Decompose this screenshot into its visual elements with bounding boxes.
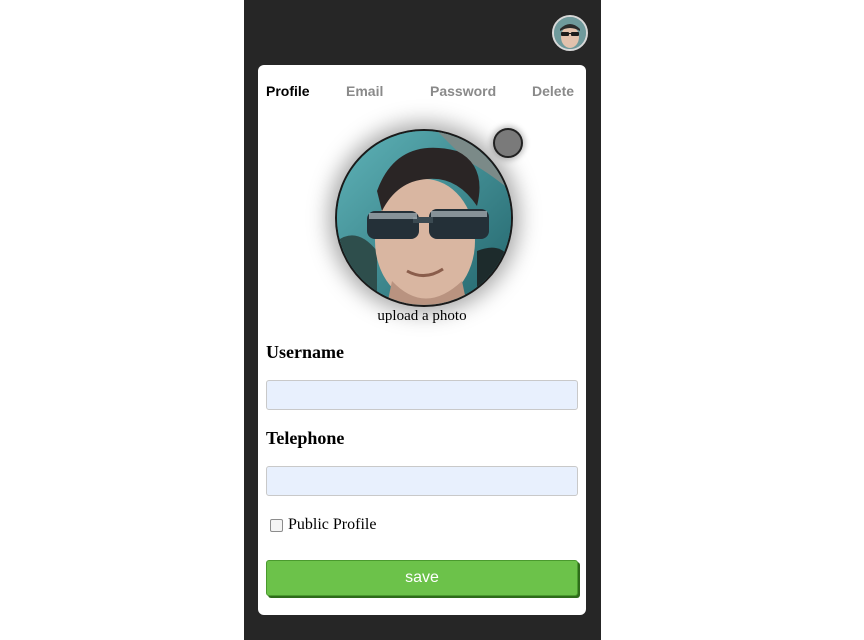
username-label: Username	[266, 342, 344, 362]
public-profile-row[interactable]: Public Profile	[270, 515, 376, 535]
edit-photo-dot-icon[interactable]	[493, 128, 523, 158]
account-avatar[interactable]	[552, 15, 588, 51]
profile-photo[interactable]	[335, 129, 513, 307]
app-frame: Profile Email Password Delete upload a p…	[244, 0, 601, 640]
tab-email[interactable]: Email	[346, 83, 383, 99]
profile-card: Profile Email Password Delete upload a p…	[258, 65, 586, 615]
telephone-input[interactable]	[266, 466, 578, 496]
tab-bar: Profile Email Password Delete	[266, 83, 578, 101]
public-profile-checkbox[interactable]	[270, 518, 283, 532]
username-input[interactable]	[266, 380, 578, 410]
save-button[interactable]: save	[266, 560, 578, 596]
tab-delete[interactable]: Delete	[532, 83, 574, 99]
user-photo-icon	[337, 131, 511, 305]
upload-photo-link[interactable]: upload a photo	[258, 308, 586, 325]
avatar-icon	[554, 17, 586, 49]
telephone-label: Telephone	[266, 428, 345, 448]
public-profile-label: Public Profile	[288, 516, 377, 533]
tab-password[interactable]: Password	[430, 83, 496, 99]
tab-profile[interactable]: Profile	[266, 83, 310, 99]
